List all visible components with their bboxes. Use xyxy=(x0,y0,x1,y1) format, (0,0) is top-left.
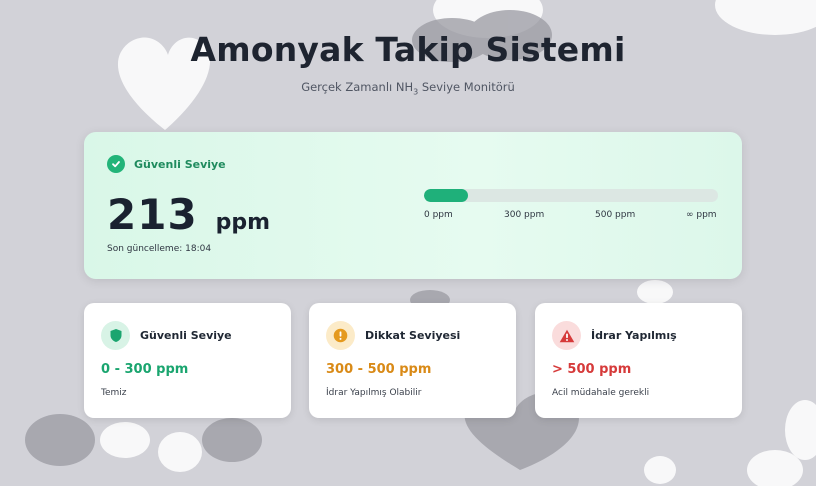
scale-label-infinity: ∞ ppm xyxy=(686,210,717,220)
level-card-header: Güvenli Seviye xyxy=(101,321,232,350)
alert-triangle-icon xyxy=(552,321,581,350)
warning-level-card: Dikkat Seviyesi 300 - 500 ppm İdrar Yapı… xyxy=(309,303,516,418)
level-range: 0 - 300 ppm xyxy=(101,362,189,377)
check-circle-icon xyxy=(107,155,125,173)
page-title: Amonyak Takip Sistemi xyxy=(190,30,626,69)
level-progress-bar xyxy=(424,189,718,202)
warning-circle-icon xyxy=(326,321,355,350)
safe-level-card: Güvenli Seviye 0 - 300 ppm Temiz xyxy=(84,303,291,418)
danger-level-card: İdrar Yapılmış > 500 ppm Acil müdahale g… xyxy=(535,303,742,418)
level-card-header: İdrar Yapılmış xyxy=(552,321,677,350)
current-level-card: Güvenli Seviye 213 ppm Son güncelleme: 1… xyxy=(84,132,742,279)
shield-icon xyxy=(101,321,130,350)
scale-label-500: 500 ppm xyxy=(595,210,636,220)
scale-label-300: 300 ppm xyxy=(504,210,545,220)
reading-unit: ppm xyxy=(215,210,271,235)
page-subtitle: Gerçek Zamanlı NH3 Seviye Monitörü xyxy=(0,80,816,96)
reading-value: 213 xyxy=(107,190,198,239)
level-range: > 500 ppm xyxy=(552,362,632,377)
subtitle-suffix: Seviye Monitörü xyxy=(418,80,515,94)
scale-label-0: 0 ppm xyxy=(424,210,453,220)
level-title: Dikkat Seviyesi xyxy=(365,329,461,342)
ammonia-reading: 213 ppm xyxy=(107,190,270,239)
level-description: Temiz xyxy=(101,388,127,398)
level-card-header: Dikkat Seviyesi xyxy=(326,321,460,350)
level-title: Güvenli Seviye xyxy=(140,329,232,342)
level-range: 300 - 500 ppm xyxy=(326,362,432,377)
level-progress-fill xyxy=(424,189,469,202)
level-description: Acil müdahale gerekli xyxy=(552,388,650,398)
last-updated: Son güncelleme: 18:04 xyxy=(107,244,212,254)
level-title: İdrar Yapılmış xyxy=(591,329,677,342)
level-description: İdrar Yapılmış Olabilir xyxy=(326,388,422,398)
status-indicator: Güvenli Seviye xyxy=(107,155,226,173)
status-label: Güvenli Seviye xyxy=(134,157,226,171)
subtitle-prefix: Gerçek Zamanlı NH xyxy=(301,80,414,94)
